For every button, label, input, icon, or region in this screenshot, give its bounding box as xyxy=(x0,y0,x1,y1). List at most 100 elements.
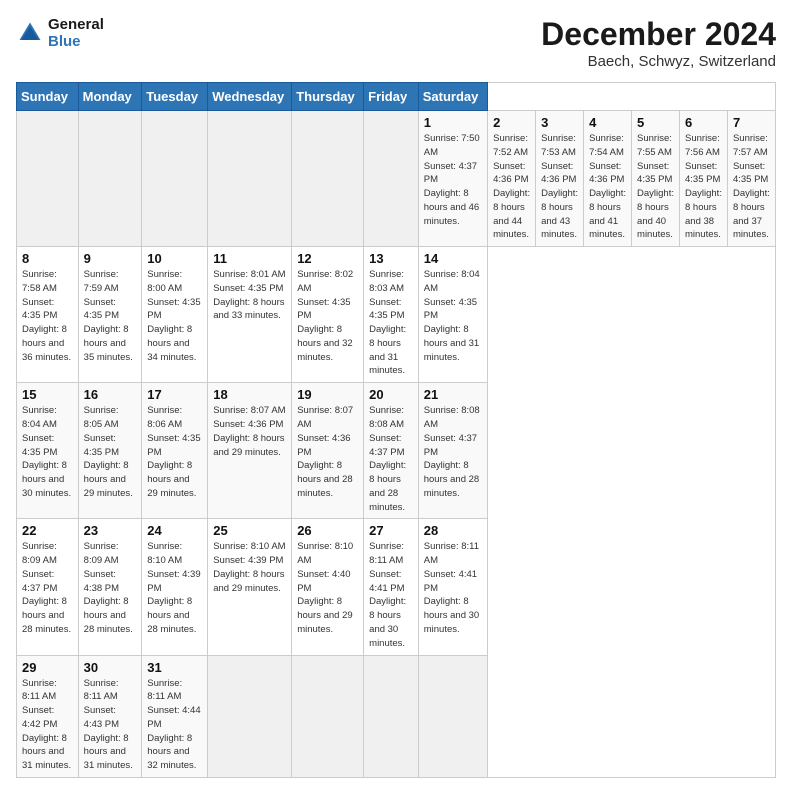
calendar-cell: 13Sunrise: 8:03 AMSunset: 4:35 PMDayligh… xyxy=(364,247,419,383)
calendar-week-3: 15Sunrise: 8:04 AMSunset: 4:35 PMDayligh… xyxy=(17,383,776,519)
day-number: 5 xyxy=(637,115,674,130)
day-info: Sunrise: 8:11 AMSunset: 4:44 PMDaylight:… xyxy=(147,677,202,773)
day-number: 27 xyxy=(369,523,413,538)
calendar-cell: 2Sunrise: 7:52 AMSunset: 4:36 PMDaylight… xyxy=(488,111,536,247)
day-info: Sunrise: 8:07 AMSunset: 4:36 PMDaylight:… xyxy=(297,404,358,500)
day-number: 14 xyxy=(424,251,482,266)
day-info: Sunrise: 7:53 AMSunset: 4:36 PMDaylight:… xyxy=(541,132,578,242)
calendar-cell: 31 Sunrise: 8:11 AMSunset: 4:44 PMDayligh… xyxy=(142,655,208,777)
day-info: Sunrise: 8:06 AMSunset: 4:35 PMDaylight:… xyxy=(147,404,202,500)
day-info: Sunrise: 8:09 AMSunset: 4:37 PMDaylight:… xyxy=(22,540,73,636)
day-info: Sunrise: 7:55 AMSunset: 4:35 PMDaylight:… xyxy=(637,132,674,242)
day-info: Sunrise: 7:57 AMSunset: 4:35 PMDaylight:… xyxy=(733,132,770,242)
calendar-cell: 15Sunrise: 8:04 AMSunset: 4:35 PMDayligh… xyxy=(17,383,79,519)
calendar-cell: 26Sunrise: 8:10 AMSunset: 4:40 PMDayligh… xyxy=(292,519,364,655)
day-info: Sunrise: 8:10 AMSunset: 4:39 PMDaylight:… xyxy=(213,540,286,595)
day-number: 25 xyxy=(213,523,286,538)
calendar-cell: 27 Sunrise: 8:11 AMSunset: 4:41 PMDayligh… xyxy=(364,519,419,655)
day-number: 19 xyxy=(297,387,358,402)
day-info: Sunrise: 7:58 AMSunset: 4:35 PMDaylight:… xyxy=(22,268,73,364)
day-info: Sunrise: 8:01 AMSunset: 4:35 PMDaylight:… xyxy=(213,268,286,323)
day-info: Sunrise: 8:04 AMSunset: 4:35 PMDaylight:… xyxy=(424,268,482,364)
calendar-week-1: 1Sunrise: 7:50 AMSunset: 4:37 PMDaylight… xyxy=(17,111,776,247)
day-number: 17 xyxy=(147,387,202,402)
calendar-cell: 4 Sunrise: 7:54 AMSunset: 4:36 PMDaylight… xyxy=(584,111,632,247)
day-number: 16 xyxy=(84,387,137,402)
day-info: Sunrise: 8:11 AMSunset: 4:41 PMDaylight:… xyxy=(369,540,413,650)
calendar-cell: 22 Sunrise: 8:09 AMSunset: 4:37 PMDayligh… xyxy=(17,519,79,655)
logo-icon xyxy=(16,19,44,47)
calendar-cell xyxy=(418,655,487,777)
calendar-week-4: 22 Sunrise: 8:09 AMSunset: 4:37 PMDayligh… xyxy=(17,519,776,655)
page-header: General Blue December 2024 Baech, Schwyz… xyxy=(16,16,776,70)
day-number: 31 xyxy=(147,660,202,675)
day-number: 24 xyxy=(147,523,202,538)
calendar-cell: 20Sunrise: 8:08 AMSunset: 4:37 PMDayligh… xyxy=(364,383,419,519)
day-info: Sunrise: 8:00 AMSunset: 4:35 PMDaylight:… xyxy=(147,268,202,364)
location-title: Baech, Schwyz, Switzerland xyxy=(541,53,776,70)
day-info: Sunrise: 8:11 AMSunset: 4:43 PMDaylight:… xyxy=(84,677,137,773)
calendar-cell: 24Sunrise: 8:10 AMSunset: 4:39 PMDayligh… xyxy=(142,519,208,655)
day-number: 26 xyxy=(297,523,358,538)
header-friday: Friday xyxy=(364,83,419,111)
logo-text: General Blue xyxy=(48,16,104,50)
day-number: 1 xyxy=(424,115,482,130)
day-number: 8 xyxy=(22,251,73,266)
day-number: 22 xyxy=(22,523,73,538)
header-monday: Monday xyxy=(78,83,142,111)
day-number: 4 xyxy=(589,115,626,130)
day-info: Sunrise: 8:05 AMSunset: 4:35 PMDaylight:… xyxy=(84,404,137,500)
day-number: 3 xyxy=(541,115,578,130)
calendar-cell xyxy=(78,111,142,247)
calendar-cell: 3 Sunrise: 7:53 AMSunset: 4:36 PMDaylight… xyxy=(536,111,584,247)
calendar-cell xyxy=(364,655,419,777)
calendar-cell xyxy=(208,655,292,777)
calendar-cell: 14 Sunrise: 8:04 AMSunset: 4:35 PMDayligh… xyxy=(418,247,487,383)
day-info: Sunrise: 8:02 AMSunset: 4:35 PMDaylight:… xyxy=(297,268,358,364)
header-thursday: Thursday xyxy=(292,83,364,111)
day-info: Sunrise: 8:09 AMSunset: 4:38 PMDaylight:… xyxy=(84,540,137,636)
day-info: Sunrise: 7:59 AMSunset: 4:35 PMDaylight:… xyxy=(84,268,137,364)
header-sunday: Sunday xyxy=(17,83,79,111)
day-number: 20 xyxy=(369,387,413,402)
calendar-cell xyxy=(364,111,419,247)
day-info: Sunrise: 7:54 AMSunset: 4:36 PMDaylight:… xyxy=(589,132,626,242)
calendar-cell: 21 Sunrise: 8:08 AMSunset: 4:37 PMDayligh… xyxy=(418,383,487,519)
day-info: Sunrise: 7:56 AMSunset: 4:35 PMDaylight:… xyxy=(685,132,722,242)
calendar-cell xyxy=(17,111,79,247)
header-tuesday: Tuesday xyxy=(142,83,208,111)
day-number: 23 xyxy=(84,523,137,538)
title-block: December 2024 Baech, Schwyz, Switzerland xyxy=(541,16,776,70)
calendar-cell: 8 Sunrise: 7:58 AMSunset: 4:35 PMDaylight… xyxy=(17,247,79,383)
day-info: Sunrise: 8:03 AMSunset: 4:35 PMDaylight:… xyxy=(369,268,413,378)
calendar-cell: 6 Sunrise: 7:56 AMSunset: 4:35 PMDaylight… xyxy=(680,111,728,247)
calendar-cell xyxy=(292,111,364,247)
calendar-cell: 11Sunrise: 8:01 AMSunset: 4:35 PMDayligh… xyxy=(208,247,292,383)
day-number: 6 xyxy=(685,115,722,130)
day-number: 29 xyxy=(22,660,73,675)
calendar-header-row: SundayMondayTuesdayWednesdayThursdayFrid… xyxy=(17,83,776,111)
day-number: 18 xyxy=(213,387,286,402)
calendar-cell: 25 Sunrise: 8:10 AMSunset: 4:39 PMDayligh… xyxy=(208,519,292,655)
calendar-cell: 7 Sunrise: 7:57 AMSunset: 4:35 PMDaylight… xyxy=(727,111,775,247)
day-info: Sunrise: 8:11 AMSunset: 4:41 PMDaylight:… xyxy=(424,540,482,636)
calendar-cell: 29Sunrise: 8:11 AMSunset: 4:42 PMDayligh… xyxy=(17,655,79,777)
calendar-cell: 12Sunrise: 8:02 AMSunset: 4:35 PMDayligh… xyxy=(292,247,364,383)
day-number: 28 xyxy=(424,523,482,538)
calendar-cell: 16 Sunrise: 8:05 AMSunset: 4:35 PMDayligh… xyxy=(78,383,142,519)
calendar-cell: 30Sunrise: 8:11 AMSunset: 4:43 PMDayligh… xyxy=(78,655,142,777)
calendar-week-2: 8 Sunrise: 7:58 AMSunset: 4:35 PMDaylight… xyxy=(17,247,776,383)
day-info: Sunrise: 8:07 AMSunset: 4:36 PMDaylight:… xyxy=(213,404,286,459)
calendar-cell: 28 Sunrise: 8:11 AMSunset: 4:41 PMDayligh… xyxy=(418,519,487,655)
day-number: 7 xyxy=(733,115,770,130)
day-info: Sunrise: 8:08 AMSunset: 4:37 PMDaylight:… xyxy=(424,404,482,500)
calendar-week-5: 29Sunrise: 8:11 AMSunset: 4:42 PMDayligh… xyxy=(17,655,776,777)
day-number: 21 xyxy=(424,387,482,402)
calendar-cell: 9Sunrise: 7:59 AMSunset: 4:35 PMDaylight… xyxy=(78,247,142,383)
day-number: 2 xyxy=(493,115,530,130)
calendar-cell: 19 Sunrise: 8:07 AMSunset: 4:36 PMDayligh… xyxy=(292,383,364,519)
calendar-cell xyxy=(142,111,208,247)
calendar-cell: 23 Sunrise: 8:09 AMSunset: 4:38 PMDayligh… xyxy=(78,519,142,655)
header-wednesday: Wednesday xyxy=(208,83,292,111)
day-number: 15 xyxy=(22,387,73,402)
